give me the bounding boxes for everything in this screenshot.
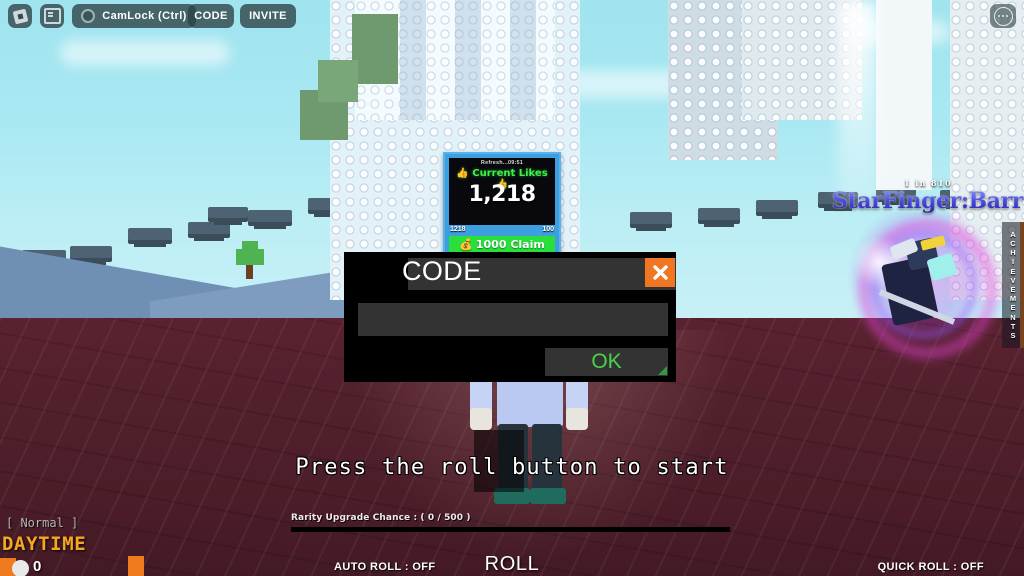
code-input[interactable]: [358, 303, 668, 336]
game-screen: CamLock (Ctrl) CODE INVITE Refresh...09:…: [0, 0, 1024, 576]
cloud: [60, 40, 230, 66]
achievements-letter: E: [1010, 303, 1016, 313]
camlock-indicator-icon: [81, 9, 96, 23]
aura-nametag: 1 in 810 StarFinger:Barrage: [832, 178, 1024, 214]
more-options-icon[interactable]: [990, 4, 1016, 28]
roll-button[interactable]: ROLL: [0, 553, 1024, 576]
floating-platform: [248, 210, 292, 229]
likes-title-text: Current Likes: [472, 168, 548, 179]
likes-board: Refresh...09:51 👍 Current Likes 👍 1,218 …: [443, 152, 561, 260]
code-button-label: CODE: [194, 10, 228, 22]
achievements-tab[interactable]: A C H I E V E M E N T S: [1002, 222, 1024, 348]
invite-button[interactable]: INVITE: [240, 4, 296, 28]
close-x-icon[interactable]: [645, 258, 675, 287]
rarity-upgrade-bar: [291, 527, 730, 532]
achievements-letter: E: [1010, 285, 1016, 294]
tree-leaves: [242, 241, 258, 251]
floating-platform: [698, 208, 740, 227]
likes-refresh-timer: Refresh...09:51: [480, 160, 524, 166]
game-mode-label: [ Normal ]: [6, 516, 79, 530]
aura-name: StarFinger:Barrage: [832, 188, 1024, 214]
green-block: [318, 60, 358, 102]
claim-button-label: 1000 Claim: [475, 238, 545, 251]
coin-icon: [12, 560, 29, 576]
achievements-letter: E: [1010, 266, 1016, 276]
achievements-letter: C: [1010, 238, 1016, 248]
claim-button[interactable]: 💰 1000 Claim: [449, 236, 555, 253]
floating-platform: [70, 246, 112, 265]
roblox-topbar: CamLock (Ctrl) CODE INVITE: [0, 0, 1024, 32]
code-button[interactable]: CODE: [188, 4, 234, 28]
likes-count: 1,218: [468, 182, 536, 207]
floating-platform: [208, 207, 248, 225]
invite-button-label: INVITE: [249, 10, 287, 22]
player-shoe-right: [530, 488, 566, 504]
camlock-label: CamLock (Ctrl): [102, 10, 187, 22]
floating-platform: [128, 228, 172, 247]
camlock-button[interactable]: CamLock (Ctrl): [72, 4, 196, 28]
roll-hint-text: Press the roll button to start: [295, 455, 729, 480]
roblox-logo-icon[interactable]: [8, 4, 32, 28]
achievements-letter: H: [1010, 248, 1016, 258]
likes-board-screen: Refresh...09:51 👍 Current Likes 👍 1,218: [449, 158, 555, 225]
aura-rarity: 1 in 810: [904, 178, 952, 188]
player-hand-right: [566, 408, 588, 430]
achievements-letter: V: [1010, 275, 1016, 285]
inventory-icon[interactable]: [128, 556, 144, 576]
achievements-letter: T: [1010, 321, 1016, 331]
tree-trunk: [246, 265, 253, 279]
likes-progress-max: 100: [542, 226, 554, 233]
time-of-day-label: DAYTIME: [2, 533, 87, 555]
achievements-letter: S: [1010, 331, 1016, 341]
code-dialog-title: CODE: [402, 256, 482, 286]
ok-button[interactable]: OK: [545, 348, 668, 376]
aura-unit-display: [845, 212, 997, 358]
quick-roll-button[interactable]: QUICK ROLL : OFF: [878, 561, 984, 573]
tree-leaves: [236, 249, 264, 265]
achievements-letter: A: [1010, 229, 1016, 239]
player-torso: [497, 375, 563, 427]
floating-platform: [756, 200, 798, 219]
achievements-letter: M: [1009, 294, 1017, 304]
currency-count: 0: [33, 558, 42, 575]
chat-icon[interactable]: [40, 4, 64, 28]
achievements-letter: N: [1010, 312, 1016, 322]
achievements-letter: I: [1011, 257, 1015, 267]
floating-platform: [630, 212, 672, 231]
dialog-resize-handle[interactable]: [658, 366, 667, 375]
rarity-upgrade-label: Rarity Upgrade Chance : ( 0 / 500 ): [291, 513, 471, 523]
player-hand-left: [470, 408, 492, 430]
likes-progress-min: 1218: [450, 226, 466, 233]
thumbs-up-icon: 👍: [456, 168, 469, 179]
money-bag-icon: 💰: [459, 238, 473, 251]
